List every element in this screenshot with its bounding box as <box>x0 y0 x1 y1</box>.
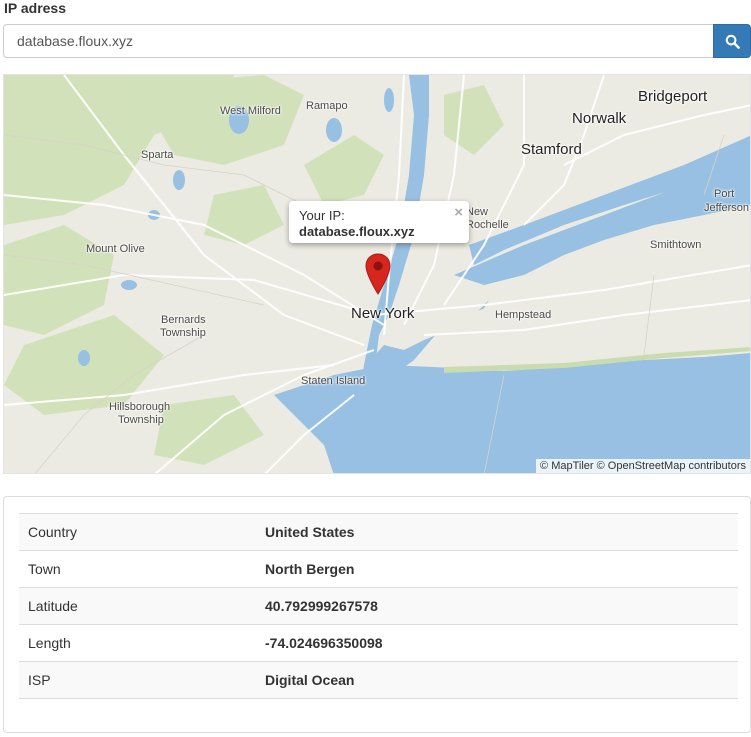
map[interactable]: West Milford Ramapo Bridgeport Norwalk S… <box>3 74 751 474</box>
map-label-new-rochelle-line1: New <box>466 206 489 218</box>
search-button[interactable] <box>713 24 751 58</box>
info-row: Country United States <box>19 513 738 551</box>
map-label-bernards-line1: Bernards <box>161 314 206 326</box>
info-key: Town <box>19 550 256 588</box>
map-label-hillsborough-line1: Hillsborough <box>109 401 171 413</box>
ip-address-label: IP adress <box>4 0 67 16</box>
location-popup: Your IP: database.floux.xyz × <box>289 201 469 243</box>
map-label-sparta: Sparta <box>141 149 174 161</box>
info-value: -74.024696350098 <box>256 624 738 662</box>
ip-address-input[interactable] <box>3 24 713 58</box>
info-panel: Country United States Town North Bergen Lati… <box>3 496 751 733</box>
popup-value: database.floux.xyz <box>299 224 415 239</box>
info-value: Digital Ocean <box>256 661 738 699</box>
map-label-stamford: Stamford <box>521 141 582 158</box>
info-row: ISP Digital Ocean <box>19 661 738 699</box>
map-label-norwalk: Norwalk <box>572 110 627 127</box>
info-row: Length -74.024696350098 <box>19 624 738 662</box>
info-row: Latitude 40.792999267578 <box>19 587 738 625</box>
info-value: North Bergen <box>256 550 738 588</box>
location-marker-icon[interactable] <box>365 253 391 295</box>
info-value: United States <box>256 513 738 551</box>
info-row: Town North Bergen <box>19 550 738 588</box>
map-label-west-milford: West Milford <box>220 105 281 117</box>
info-key: Length <box>19 624 256 662</box>
map-label-port-jefferson-line2: Jefferson <box>704 202 750 214</box>
info-key: ISP <box>19 661 256 699</box>
info-key: Latitude <box>19 587 256 625</box>
map-label-bernards-line2: Township <box>160 327 206 339</box>
map-label-staten-island: Staten Island <box>301 375 366 387</box>
map-label-new-york: New York <box>351 305 415 322</box>
map-label-hillsborough-line2: Township <box>118 414 164 426</box>
map-label-new-rochelle-line2: Rochelle <box>466 219 509 231</box>
popup-close-icon[interactable]: × <box>454 204 463 221</box>
info-table: Country United States Town North Bergen Lati… <box>19 513 738 699</box>
info-value: 40.792999267578 <box>256 587 738 625</box>
map-attribution[interactable]: © MapTiler © OpenStreetMap contributors <box>536 459 750 473</box>
map-label-ramapo: Ramapo <box>306 100 348 112</box>
search-row <box>3 24 751 58</box>
map-label-port-jefferson-line1: Port <box>714 188 735 200</box>
info-key: Country <box>19 513 256 551</box>
search-icon <box>725 34 740 49</box>
map-label-smithtown: Smithtown <box>650 239 702 251</box>
map-label-bridgeport: Bridgeport <box>638 88 708 105</box>
map-label-hempstead: Hempstead <box>495 309 552 321</box>
popup-title: Your IP: <box>299 208 345 223</box>
map-label-mount-olive: Mount Olive <box>86 243 145 255</box>
